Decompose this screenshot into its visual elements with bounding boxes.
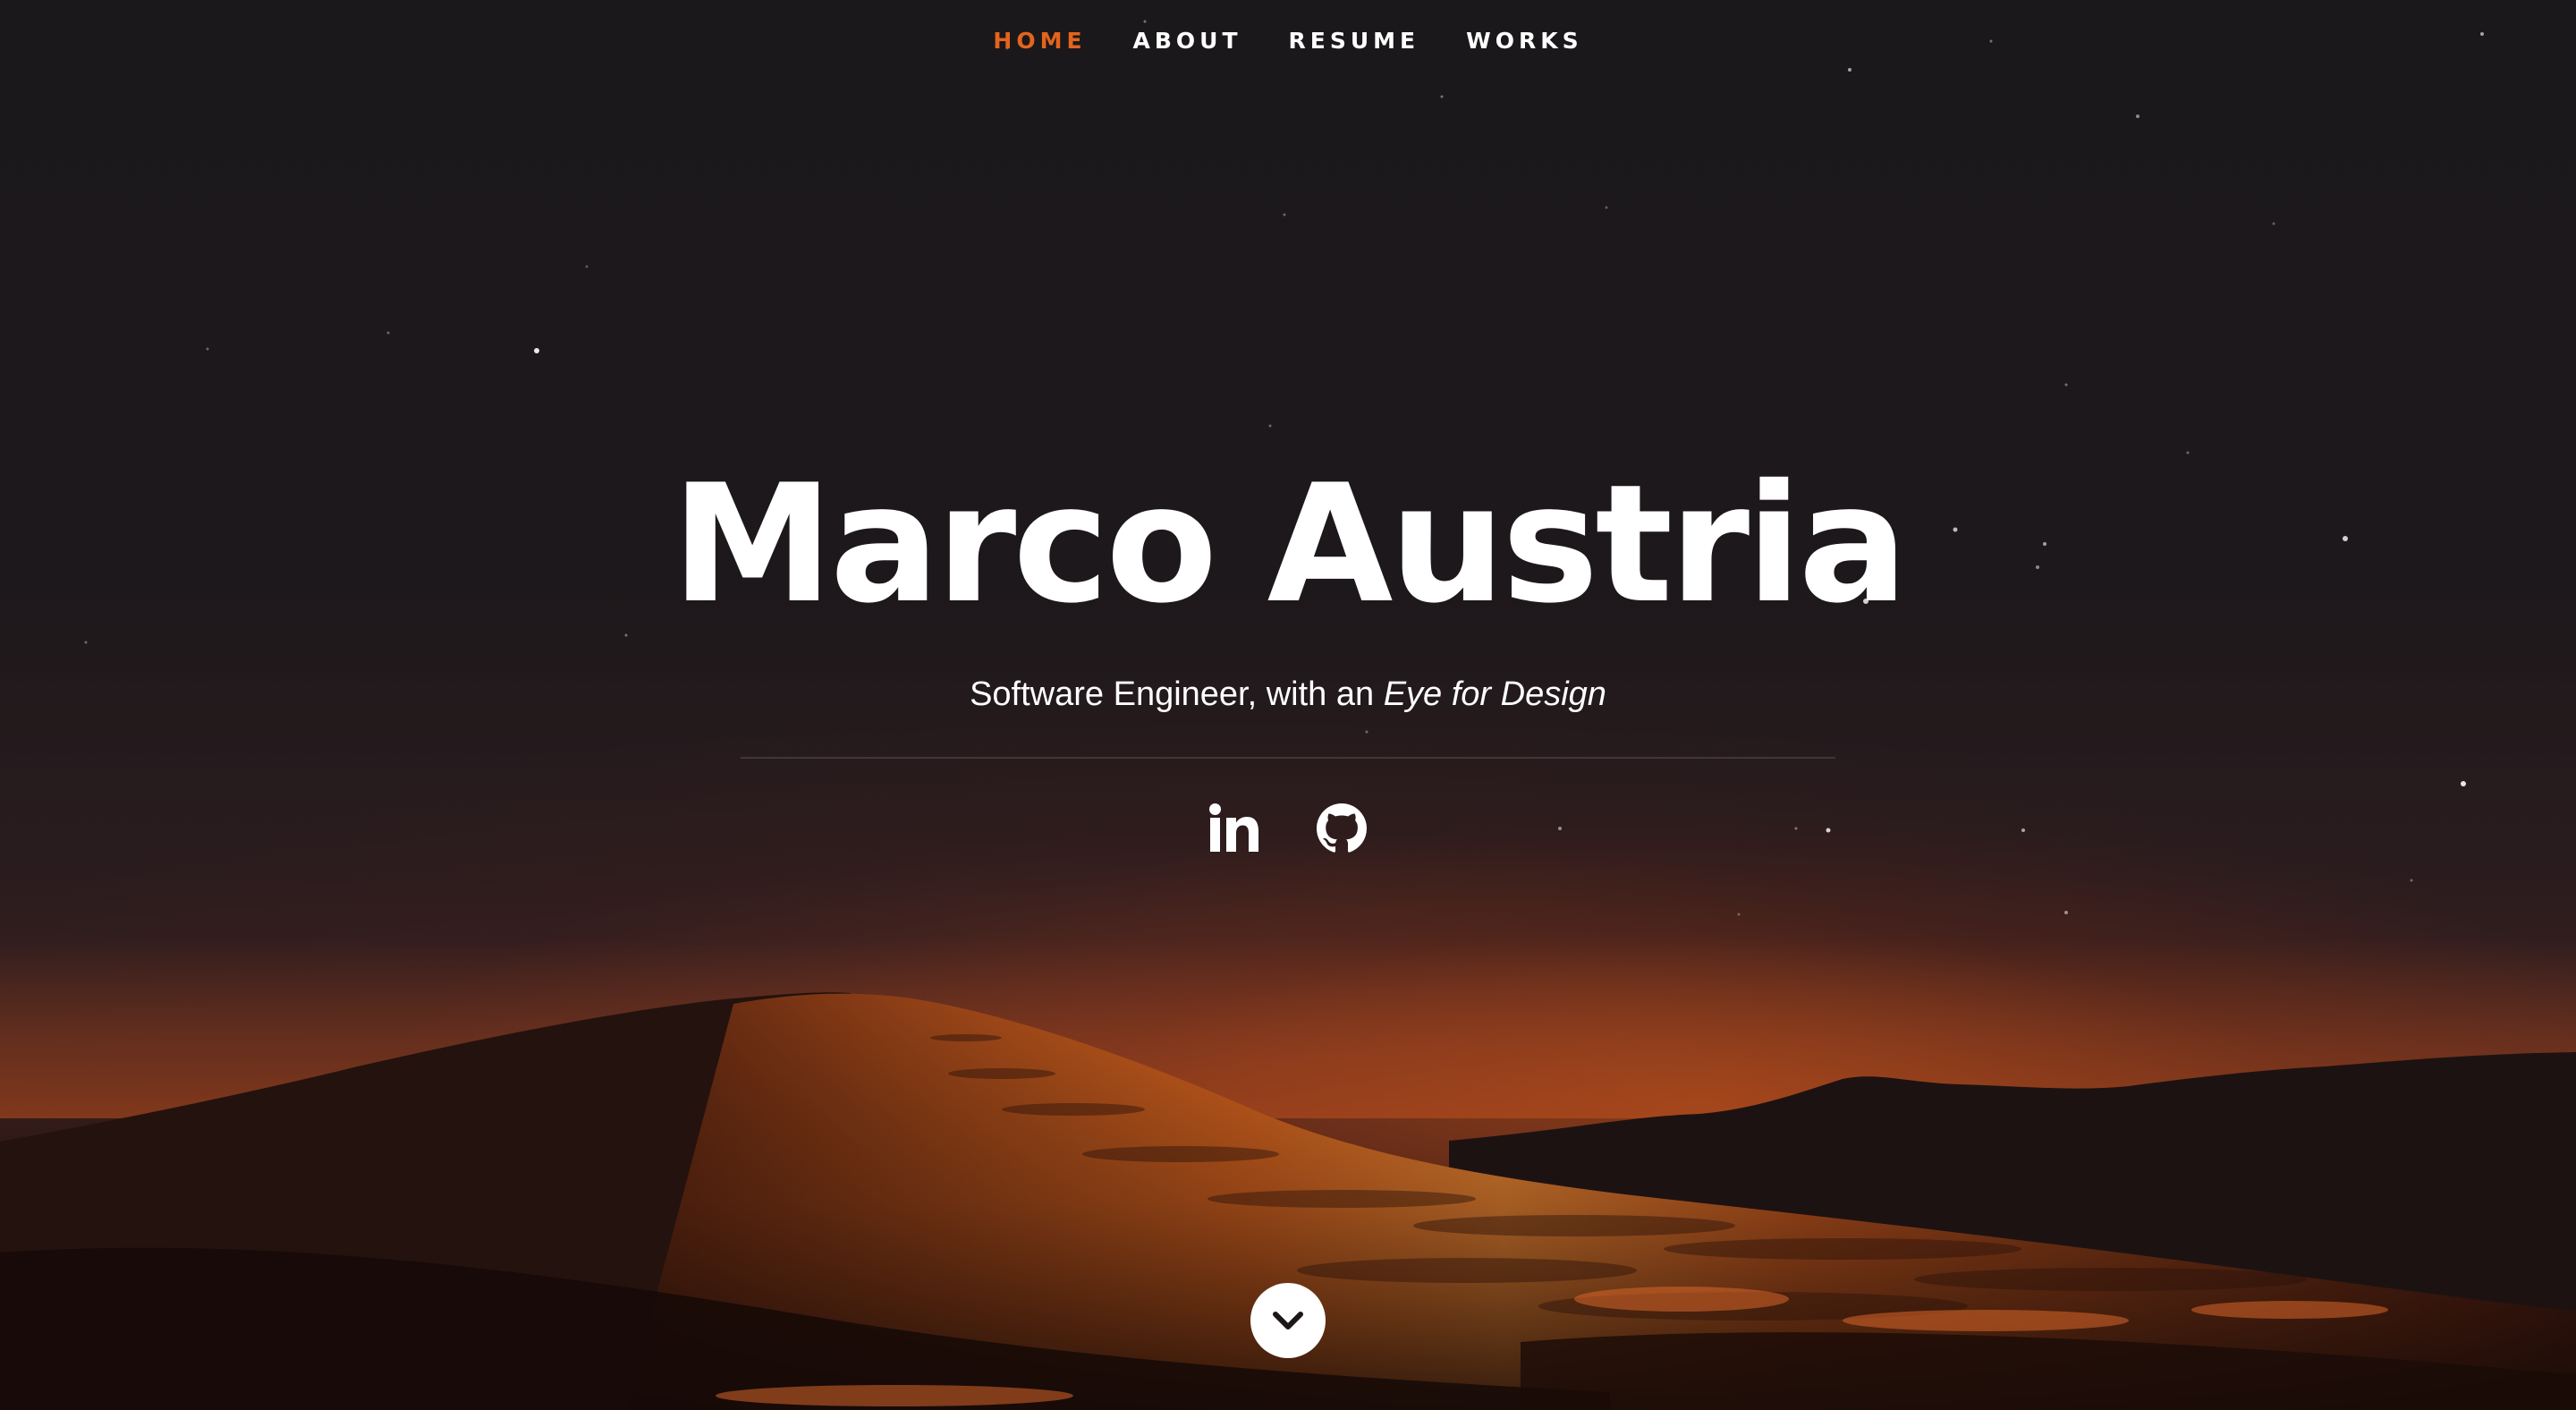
tagline-emphasis: Eye for Design <box>1383 675 1606 713</box>
nav-resume-link[interactable]: RESUME <box>1289 23 1420 59</box>
github-icon <box>1317 803 1367 853</box>
social-links <box>0 800 2576 857</box>
nav-about-link[interactable]: ABOUT <box>1133 23 1242 59</box>
nav-home-link[interactable]: HOME <box>993 23 1086 59</box>
hero-divider <box>741 757 1835 759</box>
linkedin-link[interactable] <box>1206 800 1263 857</box>
chevron-down-icon <box>1273 1312 1303 1329</box>
tagline-text: Software Engineer, with an <box>970 675 1384 713</box>
hero-name-heading: Marco Austria <box>671 449 1909 639</box>
main-navigation: HOME ABOUT RESUME WORKS <box>0 23 2576 59</box>
scroll-down-button[interactable] <box>1250 1283 1326 1358</box>
github-link[interactable] <box>1313 800 1370 857</box>
linkedin-icon <box>1209 803 1258 852</box>
nav-works-link[interactable]: WORKS <box>1466 23 1582 59</box>
hero-banner: HOME ABOUT RESUME WORKS Marco Austria So… <box>0 0 2576 1410</box>
hero-tagline: Software Engineer, with an Eye for Desig… <box>0 669 2576 719</box>
